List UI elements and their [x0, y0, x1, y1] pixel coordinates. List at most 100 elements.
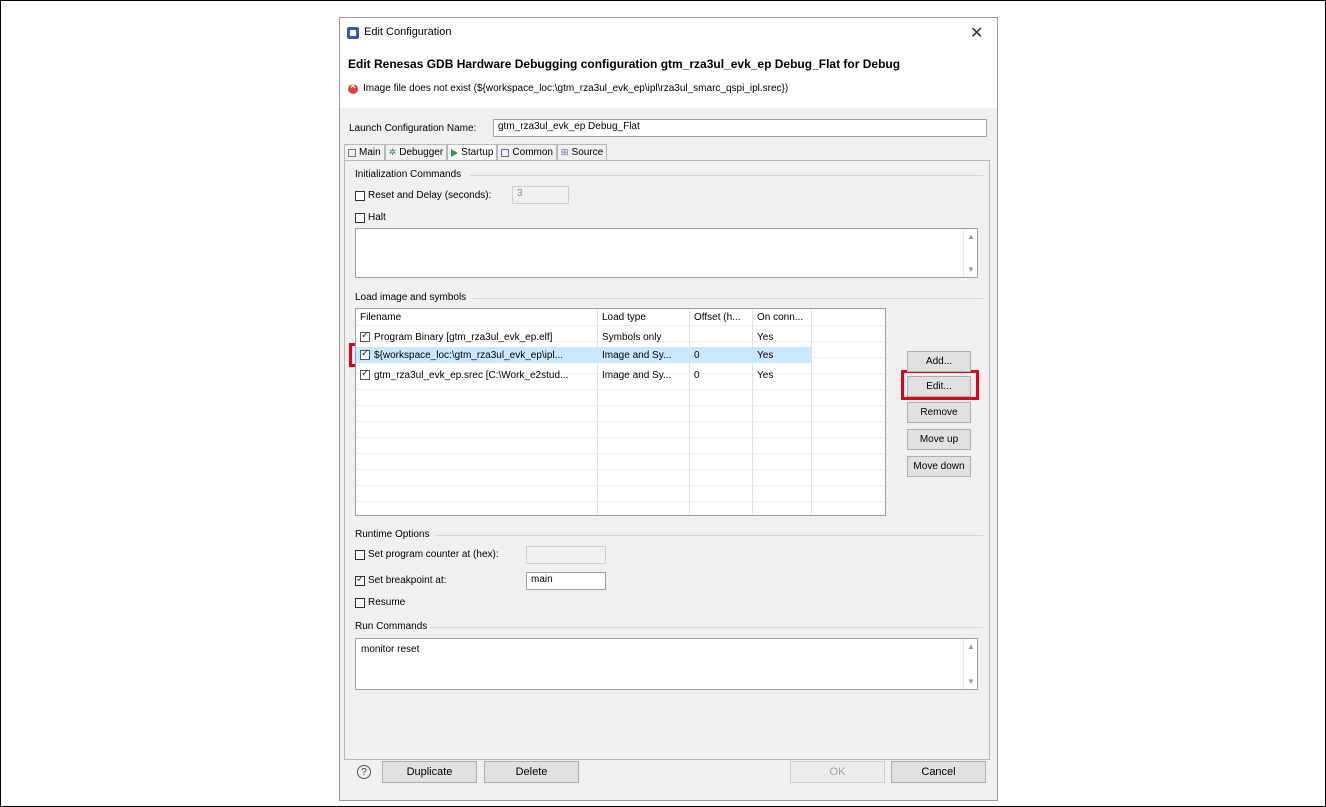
grid-line [356, 405, 885, 406]
remove-button[interactable]: Remove [907, 402, 971, 423]
launch-config-name-input[interactable]: gtm_rza3ul_evk_ep Debug_Flat [493, 119, 987, 137]
scroll-up-icon[interactable]: ▲ [967, 232, 975, 241]
run-commands-title: Run Commands [355, 621, 428, 632]
cell-offset: 0 [694, 349, 700, 361]
tab-label: Main [359, 147, 381, 158]
load-image-table[interactable]: Filename Load type Offset (h... On conn.… [355, 308, 886, 516]
row-checkbox[interactable] [360, 330, 370, 342]
grid-line [356, 325, 885, 326]
cell-filename: gtm_rza3ul_evk_ep.srec [C:\Work_e2stud..… [356, 367, 598, 383]
separator [435, 535, 983, 536]
tab-bar: Main ✲ Debugger Startup Common ⊞ Source [344, 144, 608, 160]
duplicate-button[interactable]: Duplicate [382, 761, 477, 783]
resume-label: Resume [368, 597, 406, 608]
tab-startup[interactable]: Startup [447, 144, 498, 160]
halt-label: Halt [368, 212, 386, 223]
cell-load-type: Image and Sy... [602, 349, 672, 361]
error-icon [348, 81, 358, 94]
table-row[interactable]: Program Binary [gtm_rza3ul_evk_ep.elf] S… [356, 329, 811, 345]
set-breakpoint-input[interactable]: main [526, 572, 606, 590]
delete-button[interactable]: Delete [484, 761, 579, 783]
tab-main[interactable]: Main [344, 144, 385, 160]
tab-label: Common [512, 147, 553, 158]
grid-line [356, 485, 885, 486]
table-row-selected[interactable]: ${workspace_loc:\gtm_rza3ul_evk_ep\ipl..… [356, 347, 811, 363]
cell-filename: ${workspace_loc:\gtm_rza3ul_evk_ep\ipl..… [356, 347, 598, 363]
set-pc-input[interactable] [526, 546, 606, 564]
grid-line [356, 501, 885, 502]
grid-line [356, 389, 885, 390]
scroll-down-icon[interactable]: ▼ [967, 677, 975, 686]
common-icon [501, 148, 510, 157]
halt-checkbox[interactable]: Halt [355, 212, 386, 223]
cell-on-connect: Yes [757, 369, 774, 381]
config-heading: Edit Renesas GDB Hardware Debugging conf… [348, 57, 901, 71]
run-commands-textarea[interactable]: monitor reset ▲ ▼ [355, 638, 978, 690]
set-breakpoint-checkbox[interactable]: Set breakpoint at: [355, 574, 447, 586]
tab-debugger[interactable]: ✲ Debugger [384, 144, 448, 160]
help-icon[interactable]: ? [357, 765, 371, 779]
grid-line [356, 437, 885, 438]
grid-line [356, 421, 885, 422]
runtime-options-title: Runtime Options [355, 529, 430, 540]
load-image-title: Load image and symbols [355, 292, 467, 303]
grid-line [356, 453, 885, 454]
reset-delay-input[interactable]: 3 [512, 186, 569, 204]
cell-filename: Program Binary [gtm_rza3ul_evk_ep.elf] [356, 329, 598, 345]
title-bar: Edit Configuration ✕ [340, 18, 997, 48]
source-icon: ⊞ [560, 147, 569, 157]
cell-on-connect: Yes [757, 349, 774, 361]
error-message: Image file does not exist (${workspace_l… [363, 83, 789, 94]
column-header-offset[interactable]: Offset (h... [690, 309, 753, 325]
cancel-button[interactable]: Cancel [891, 761, 986, 783]
add-button[interactable]: Add... [907, 351, 971, 372]
checkbox-box [355, 190, 365, 201]
scrollbar[interactable]: ▲ ▼ [963, 229, 977, 277]
filename-text: ${workspace_loc:\gtm_rza3ul_evk_ep\ipl..… [374, 349, 563, 361]
scroll-up-icon[interactable]: ▲ [967, 642, 975, 651]
column-header-load-type[interactable]: Load type [598, 309, 690, 325]
checkbox-box [355, 212, 365, 223]
dialog-header: Edit Renesas GDB Hardware Debugging conf… [340, 48, 997, 108]
tab-source[interactable]: ⊞ Source [556, 144, 608, 160]
separator [473, 298, 983, 299]
column-header-filename[interactable]: Filename [356, 309, 598, 325]
close-icon[interactable]: ✕ [970, 23, 983, 43]
edit-button[interactable]: Edit... [907, 376, 971, 397]
cell-on-connect: Yes [757, 331, 774, 343]
cell-offset [690, 329, 753, 345]
separator [470, 175, 983, 176]
row-checkbox[interactable] [360, 368, 370, 380]
set-pc-label: Set program counter at (hex): [368, 549, 499, 560]
move-down-button[interactable]: Move down [907, 456, 971, 477]
table-row[interactable]: gtm_rza3ul_evk_ep.srec [C:\Work_e2stud..… [356, 367, 811, 383]
cell-load-type: Symbols only [602, 331, 662, 343]
run-commands-text: monitor reset [361, 644, 420, 655]
cell-load-type: Image and Sy... [602, 369, 672, 381]
tab-common[interactable]: Common [497, 144, 557, 160]
reset-delay-checkbox[interactable]: Reset and Delay (seconds): [355, 190, 491, 201]
launch-config-name-label: Launch Configuration Name: [349, 123, 477, 134]
scroll-down-icon[interactable]: ▼ [967, 265, 975, 274]
scrollbar[interactable]: ▲ ▼ [963, 639, 977, 689]
checkbox-box [355, 549, 365, 560]
main-icon [348, 148, 356, 157]
ok-button[interactable]: OK [790, 761, 885, 783]
resume-checkbox[interactable]: Resume [355, 597, 405, 608]
tab-label: Source [571, 147, 604, 158]
separator [430, 627, 983, 628]
checkbox-box [355, 574, 365, 586]
set-pc-checkbox[interactable]: Set program counter at (hex): [355, 549, 499, 560]
filename-text: gtm_rza3ul_evk_ep.srec [C:\Work_e2stud..… [374, 369, 569, 381]
app-icon [347, 27, 359, 39]
init-commands-textarea[interactable]: ▲ ▼ [355, 228, 978, 278]
move-up-button[interactable]: Move up [907, 429, 971, 450]
init-commands-title: Initialization Commands [355, 169, 462, 180]
row-checkbox[interactable] [360, 348, 370, 360]
filename-text: Program Binary [gtm_rza3ul_evk_ep.elf] [374, 331, 553, 343]
set-breakpoint-label: Set breakpoint at: [368, 575, 447, 586]
checkbox-box [355, 597, 365, 608]
cell-offset: 0 [694, 369, 700, 381]
column-header-on-connect[interactable]: On conn... [753, 309, 811, 325]
grid-line [356, 469, 885, 470]
